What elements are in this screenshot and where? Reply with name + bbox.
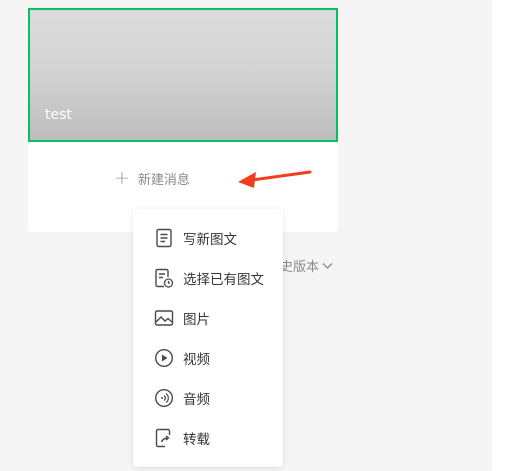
cover-title: test — [45, 107, 72, 123]
history-version-button[interactable]: 史版本 — [280, 256, 333, 275]
play-circle-icon — [153, 347, 175, 369]
document-icon — [153, 227, 175, 249]
menu-item-audio[interactable]: 音频 — [133, 380, 283, 416]
annotation-arrow-icon — [238, 170, 312, 188]
menu-item-image[interactable]: 图片 — [133, 300, 283, 336]
article-cover[interactable]: test — [28, 8, 338, 142]
menu-item-video[interactable]: 视频 — [133, 340, 283, 376]
plus-icon: + — [114, 167, 130, 189]
new-message-label: 新建消息 — [137, 173, 190, 188]
menu-item-write-article[interactable]: 写新图文 — [133, 220, 283, 256]
article-card: test — [28, 8, 338, 232]
menu-item-label: 视频 — [183, 352, 210, 368]
chevron-down-icon — [322, 262, 333, 269]
menu-item-label: 图片 — [183, 312, 210, 328]
right-panel — [492, 0, 512, 471]
share-icon — [153, 427, 175, 449]
image-icon — [153, 307, 175, 329]
menu-item-label: 选择已有图文 — [183, 272, 264, 288]
menu-item-label: 写新图文 — [183, 232, 237, 248]
new-message-menu: 写新图文 选择已有图文 图片 视频 音频 转载 — [133, 209, 283, 467]
menu-item-repost[interactable]: 转载 — [133, 420, 283, 456]
history-version-label: 史版本 — [280, 260, 320, 275]
document-clock-icon — [153, 267, 175, 289]
new-message-button[interactable]: + 新建消息 — [114, 167, 190, 189]
audio-wave-icon — [153, 387, 175, 409]
menu-item-select-article[interactable]: 选择已有图文 — [133, 260, 283, 296]
menu-item-label: 音频 — [183, 392, 210, 408]
menu-item-label: 转载 — [183, 432, 210, 448]
